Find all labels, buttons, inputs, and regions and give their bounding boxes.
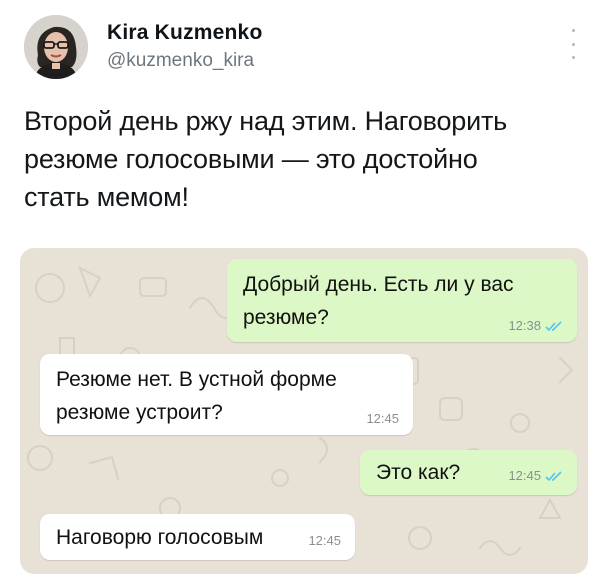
message-bubble-incoming[interactable]: Наговорю голосовым 12:45	[40, 514, 355, 560]
message-bubble-outgoing[interactable]: Добрый день. Есть ли у вас резюме? 12:38	[227, 259, 577, 342]
message-meta: 12:45	[366, 412, 399, 426]
message-time: 12:45	[308, 533, 341, 548]
tweet-header: Kira Kuzmenko @kuzmenko_kira	[24, 15, 584, 87]
message-time: 12:38	[508, 318, 541, 333]
message-bubble-outgoing[interactable]: Это как? 12:45	[360, 450, 577, 495]
message-meta: 12:45	[308, 534, 341, 548]
message-text-line: резюме устроит?	[56, 401, 223, 424]
tweet-text-line: стать мемом!	[24, 182, 189, 212]
message-meta: 12:45	[508, 469, 563, 483]
more-dot	[571, 42, 575, 46]
profile-photo-icon	[24, 15, 88, 79]
message-text-line: Добрый день. Есть ли у вас	[243, 273, 514, 296]
more-dot	[571, 29, 575, 32]
message-text-line: Резюме нет. В устной форме	[56, 368, 337, 391]
double-check-icon	[545, 320, 562, 331]
author-handle[interactable]: @kuzmenko_kira	[107, 50, 262, 72]
tweet-text: Второй день ржу над этим. Наговорить рез…	[24, 102, 584, 216]
message-bubble-incoming[interactable]: Резюме нет. В устной форме резюме устрои…	[40, 354, 413, 435]
avatar[interactable]	[24, 15, 88, 79]
message-text-line: Наговорю голосовым	[56, 526, 264, 549]
tweet-text-line: резюме голосовыми — это достойно	[24, 144, 478, 174]
tweet-author: Kira Kuzmenko @kuzmenko_kira	[107, 21, 262, 72]
message-meta: 12:38	[508, 319, 563, 333]
more-dot	[571, 56, 575, 59]
vertical-ellipsis-icon[interactable]	[568, 29, 578, 59]
message-time: 12:45	[508, 468, 541, 483]
double-check-icon	[545, 470, 562, 481]
author-display-name[interactable]: Kira Kuzmenko	[107, 21, 262, 45]
tweet-text-line: Второй день ржу над этим. Наговорить	[24, 106, 507, 136]
message-time: 12:45	[366, 411, 399, 426]
chat-screenshot: Добрый день. Есть ли у вас резюме? 12:38…	[20, 248, 588, 574]
